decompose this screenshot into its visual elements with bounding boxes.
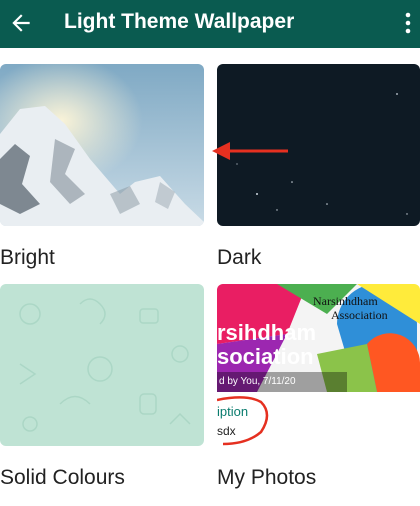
annotation-circle — [217, 396, 269, 446]
category-label-my-photos: My Photos — [217, 466, 317, 489]
category-label-bright: Bright — [0, 246, 55, 269]
mountain-image — [0, 64, 204, 226]
org-name-line1: Narsinhdham — [313, 294, 378, 308]
category-label-dark: Dark — [217, 246, 262, 269]
more-vert-icon[interactable] — [402, 10, 414, 36]
page-title: Light Theme Wallpaper — [64, 10, 295, 33]
org-name-line2: Association — [331, 308, 388, 322]
banner-line2: sociation — [217, 344, 314, 369]
app-bar: Light Theme Wallpaper — [0, 0, 420, 48]
annotation-arrow — [212, 142, 288, 160]
banner-line1: rsihdham — [217, 320, 317, 345]
my-photos-tile[interactable]: Narsinhdham Association rsihdham sociati… — [217, 284, 420, 446]
doodle-pattern-image — [19, 298, 191, 432]
category-label-solid-colours: Solid Colours — [0, 466, 125, 489]
photo-caption: d by You, 7/11/20 — [219, 376, 296, 387]
solid-colours-tile[interactable] — [0, 284, 204, 446]
back-arrow-icon[interactable] — [8, 10, 34, 36]
bright-wallpaper-tile[interactable] — [0, 64, 204, 226]
